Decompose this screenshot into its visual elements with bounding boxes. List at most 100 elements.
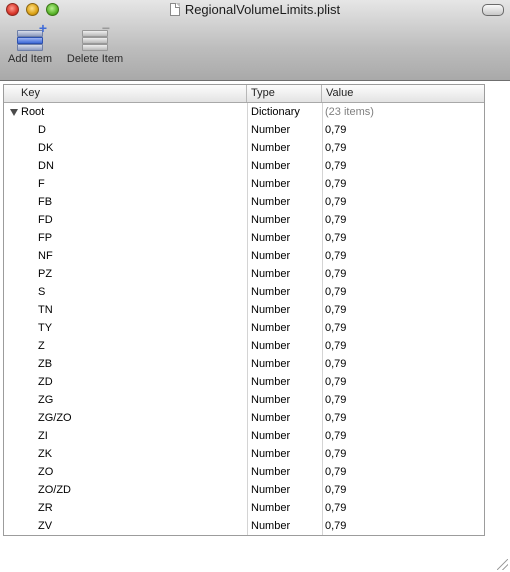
item-type[interactable]: Number: [251, 139, 290, 157]
table-row[interactable]: PZ Number 0,79: [4, 265, 484, 283]
item-key[interactable]: ZO: [4, 463, 281, 481]
item-type[interactable]: Number: [251, 265, 290, 283]
item-type[interactable]: Number: [251, 175, 290, 193]
plist-outline-view[interactable]: Key Type Value Root Dictionary (23 items…: [3, 84, 485, 536]
item-value[interactable]: 0,79: [325, 211, 346, 229]
item-type[interactable]: Number: [251, 355, 290, 373]
item-value[interactable]: 0,79: [325, 139, 346, 157]
item-type[interactable]: Number: [251, 247, 290, 265]
item-type[interactable]: Number: [251, 517, 290, 535]
item-type[interactable]: Number: [251, 391, 290, 409]
item-key[interactable]: Z: [4, 337, 281, 355]
table-row[interactable]: FD Number 0,79: [4, 211, 484, 229]
item-key[interactable]: ZR: [4, 499, 281, 517]
item-type[interactable]: Number: [251, 481, 290, 499]
item-value[interactable]: 0,79: [325, 373, 346, 391]
column-header-key[interactable]: Key: [4, 85, 247, 102]
item-value[interactable]: 0,79: [325, 175, 346, 193]
item-value[interactable]: 0,79: [325, 247, 346, 265]
item-value[interactable]: 0,79: [325, 517, 346, 535]
column-header-type[interactable]: Type: [247, 85, 322, 102]
item-value[interactable]: 0,79: [325, 463, 346, 481]
item-type[interactable]: Number: [251, 445, 290, 463]
item-key[interactable]: ZV: [4, 517, 281, 535]
table-row[interactable]: S Number 0,79: [4, 283, 484, 301]
item-key[interactable]: ZG/ZO: [4, 409, 281, 427]
item-value[interactable]: 0,79: [325, 481, 346, 499]
column-header-value[interactable]: Value: [322, 85, 484, 102]
item-value[interactable]: 0,79: [325, 121, 346, 139]
table-row[interactable]: ZV Number 0,79: [4, 517, 484, 535]
item-key[interactable]: ZI: [4, 427, 281, 445]
table-row[interactable]: ZO/ZD Number 0,79: [4, 481, 484, 499]
item-key[interactable]: FD: [4, 211, 281, 229]
table-row[interactable]: ZK Number 0,79: [4, 445, 484, 463]
plist-document-icon[interactable]: [169, 3, 180, 16]
resize-grip-icon[interactable]: [497, 559, 508, 570]
item-type[interactable]: Number: [251, 301, 290, 319]
item-key[interactable]: ZO/ZD: [4, 481, 281, 499]
item-value[interactable]: 0,79: [325, 157, 346, 175]
delete-item-button[interactable]: − Delete Item: [62, 21, 128, 65]
item-type[interactable]: Number: [251, 373, 290, 391]
item-key[interactable]: ZK: [4, 445, 281, 463]
item-key[interactable]: DN: [4, 157, 281, 175]
item-key[interactable]: S: [4, 283, 281, 301]
item-key[interactable]: ZB: [4, 355, 281, 373]
item-key[interactable]: ZG: [4, 391, 281, 409]
table-row[interactable]: DK Number 0,79: [4, 139, 484, 157]
item-key[interactable]: TY: [4, 319, 281, 337]
item-value[interactable]: 0,79: [325, 265, 346, 283]
table-row[interactable]: FB Number 0,79: [4, 193, 484, 211]
disclosure-triangle-icon[interactable]: [10, 109, 18, 116]
item-type[interactable]: Number: [251, 463, 290, 481]
item-value[interactable]: 0,79: [325, 499, 346, 517]
item-value[interactable]: 0,79: [325, 337, 346, 355]
table-row[interactable]: D Number 0,79: [4, 121, 484, 139]
toolbar-toggle-button[interactable]: [482, 4, 504, 16]
item-type[interactable]: Number: [251, 229, 290, 247]
item-key[interactable]: F: [4, 175, 281, 193]
item-type[interactable]: Number: [251, 193, 290, 211]
item-type[interactable]: Number: [251, 499, 290, 517]
item-value[interactable]: 0,79: [325, 409, 346, 427]
table-row[interactable]: ZI Number 0,79: [4, 427, 484, 445]
item-type[interactable]: Number: [251, 211, 290, 229]
item-key[interactable]: D: [4, 121, 281, 139]
item-value[interactable]: 0,79: [325, 193, 346, 211]
add-item-button[interactable]: + Add Item: [3, 21, 57, 65]
item-type[interactable]: Number: [251, 409, 290, 427]
table-row[interactable]: ZO Number 0,79: [4, 463, 484, 481]
table-row[interactable]: NF Number 0,79: [4, 247, 484, 265]
item-value[interactable]: 0,79: [325, 229, 346, 247]
item-value[interactable]: 0,79: [325, 301, 346, 319]
table-row[interactable]: F Number 0,79: [4, 175, 484, 193]
table-row[interactable]: TY Number 0,79: [4, 319, 484, 337]
item-value[interactable]: 0,79: [325, 445, 346, 463]
item-value[interactable]: 0,79: [325, 355, 346, 373]
item-key[interactable]: FP: [4, 229, 281, 247]
item-key[interactable]: ZD: [4, 373, 281, 391]
root-row[interactable]: Root Dictionary (23 items): [4, 103, 484, 121]
item-type[interactable]: Number: [251, 283, 290, 301]
item-type[interactable]: Number: [251, 157, 290, 175]
item-value[interactable]: 0,79: [325, 427, 346, 445]
table-row[interactable]: Z Number 0,79: [4, 337, 484, 355]
item-type[interactable]: Number: [251, 319, 290, 337]
table-row[interactable]: FP Number 0,79: [4, 229, 484, 247]
item-type[interactable]: Number: [251, 337, 290, 355]
item-value[interactable]: 0,79: [325, 283, 346, 301]
table-row[interactable]: ZG/ZO Number 0,79: [4, 409, 484, 427]
item-value[interactable]: 0,79: [325, 319, 346, 337]
table-row[interactable]: DN Number 0,79: [4, 157, 484, 175]
item-key[interactable]: TN: [4, 301, 281, 319]
table-row[interactable]: ZB Number 0,79: [4, 355, 484, 373]
item-key[interactable]: PZ: [4, 265, 281, 283]
table-row[interactable]: TN Number 0,79: [4, 301, 484, 319]
item-type[interactable]: Number: [251, 427, 290, 445]
item-key[interactable]: FB: [4, 193, 281, 211]
table-row[interactable]: ZD Number 0,79: [4, 373, 484, 391]
item-value[interactable]: 0,79: [325, 391, 346, 409]
item-key[interactable]: NF: [4, 247, 281, 265]
table-row[interactable]: ZG Number 0,79: [4, 391, 484, 409]
